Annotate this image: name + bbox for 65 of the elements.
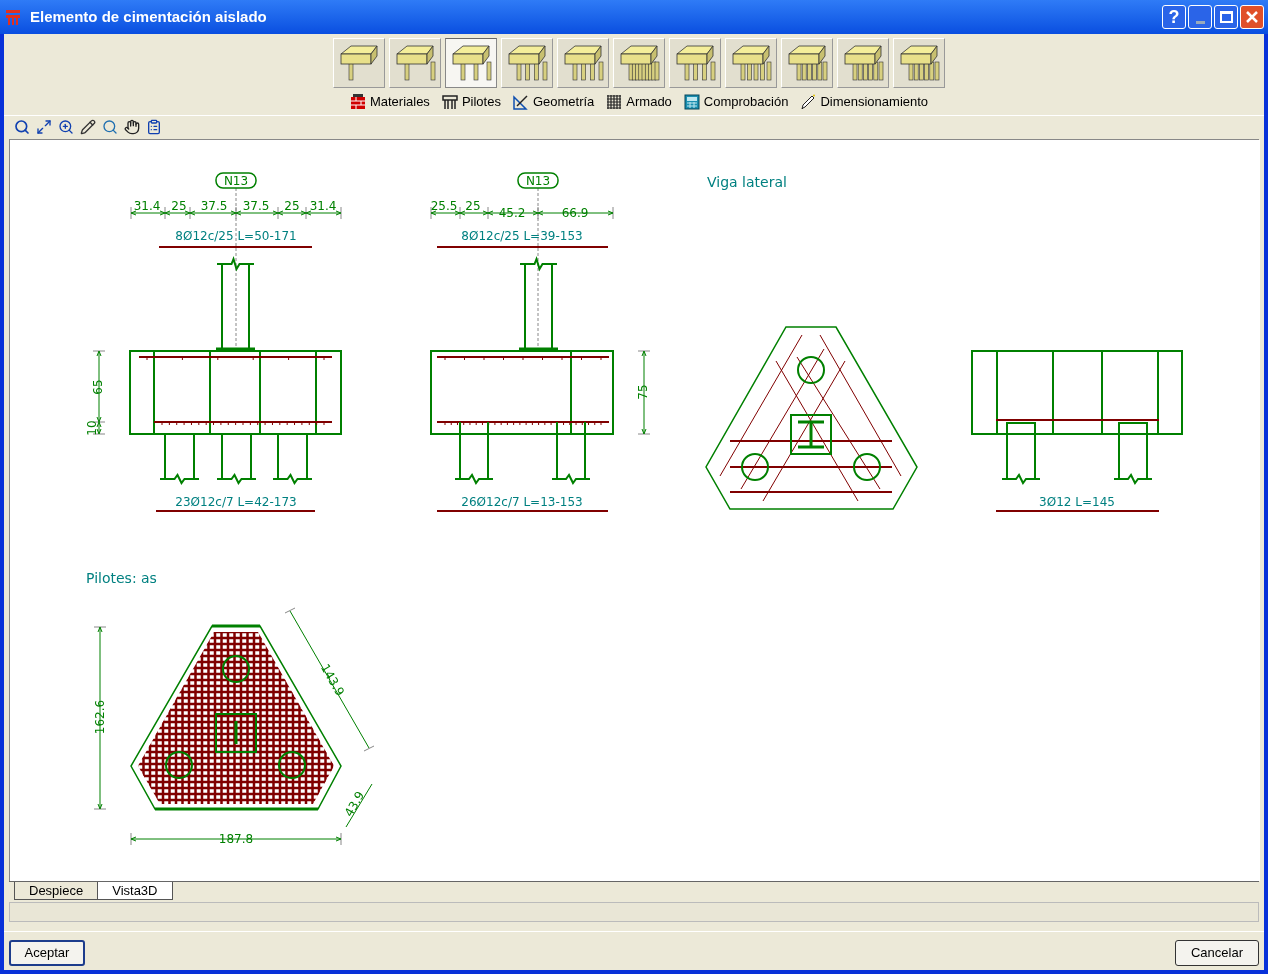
menu-item[interactable]: Armado bbox=[606, 92, 672, 112]
view-title: Pilotes: as bbox=[86, 569, 157, 586]
pile-cap-icon bbox=[673, 42, 717, 84]
pan-icon[interactable] bbox=[124, 119, 140, 135]
dimension-label: 66.9 bbox=[561, 205, 589, 220]
menu-item[interactable]: Materiales bbox=[349, 92, 430, 112]
dimension-label: 25 bbox=[284, 198, 300, 213]
dimension-label: 10 bbox=[85, 419, 99, 436]
close-button[interactable] bbox=[1240, 5, 1264, 29]
pile-cap-icon bbox=[337, 42, 381, 84]
accept-button[interactable]: Aceptar bbox=[9, 940, 85, 966]
axis-tag: N13 bbox=[215, 171, 257, 189]
axis-tag: N13 bbox=[517, 171, 559, 189]
pile-cap-icon bbox=[729, 42, 773, 84]
bar-label: 3Ø12 L=145 bbox=[1039, 494, 1115, 509]
pile-cap-icon bbox=[449, 42, 493, 84]
dimension-label: 37.5 bbox=[200, 198, 228, 213]
zoom-window-icon[interactable] bbox=[102, 119, 118, 135]
dimension-label: 25 bbox=[465, 198, 481, 213]
window-title: Elemento de cimentación aislado bbox=[30, 6, 268, 27]
cancel-button[interactable]: Cancelar bbox=[1175, 940, 1259, 966]
zoom-in-icon[interactable] bbox=[58, 119, 74, 135]
dimension-label: 162.6 bbox=[93, 699, 107, 734]
bar-label: 8Ø12c/25 L=39-153 bbox=[461, 228, 583, 243]
grid-icon bbox=[606, 93, 623, 110]
minimize-button[interactable] bbox=[1188, 5, 1212, 29]
pile-icon bbox=[441, 93, 458, 110]
dimension-label: 25 bbox=[171, 198, 187, 213]
view-title: Viga lateral bbox=[707, 173, 787, 190]
pencil-icon[interactable] bbox=[80, 119, 96, 135]
pile-cap-icon bbox=[505, 42, 549, 84]
pile-cap-icon bbox=[841, 42, 885, 84]
pile-cap-icon bbox=[393, 42, 437, 84]
dimension-label: 31.4 bbox=[309, 198, 337, 213]
menu-item[interactable]: Comprobación bbox=[683, 92, 789, 112]
pile-cap-icon bbox=[785, 42, 829, 84]
close-icon bbox=[1245, 10, 1259, 24]
menu-item[interactable]: Pilotes bbox=[441, 92, 501, 112]
dimension-label: 31.4 bbox=[133, 198, 161, 213]
bar-label: 8Ø12c/25 L=50-171 bbox=[175, 228, 297, 243]
tab[interactable]: Despiece bbox=[14, 881, 99, 900]
tab[interactable]: Vista3D bbox=[97, 881, 173, 900]
dimension-label: 45.2 bbox=[498, 205, 526, 220]
bricks-icon bbox=[349, 93, 366, 110]
bar-label: 23Ø12c/7 L=42-173 bbox=[175, 494, 297, 509]
menu-item[interactable]: Geometría bbox=[512, 92, 595, 112]
menu-item[interactable]: Dimensionamiento bbox=[800, 92, 929, 112]
pile-cap-icon bbox=[561, 42, 605, 84]
pile-cap-icon bbox=[897, 42, 941, 84]
clipboard-icon[interactable] bbox=[146, 119, 162, 135]
maximize-button[interactable] bbox=[1214, 5, 1238, 29]
dimension-label: 37.5 bbox=[242, 198, 270, 213]
calculator-icon bbox=[683, 93, 700, 110]
pencil-icon bbox=[800, 93, 817, 110]
dimension-label: 65 bbox=[91, 378, 105, 395]
help-button[interactable]: ? bbox=[1162, 5, 1186, 29]
zoom-extents-icon[interactable] bbox=[36, 119, 52, 135]
pile-type-button[interactable] bbox=[445, 38, 497, 88]
dimension-label: 75 bbox=[636, 383, 650, 400]
bar-label: 26Ø12c/7 L=13-153 bbox=[461, 494, 583, 509]
pile-cap-icon bbox=[617, 42, 661, 84]
zoom-icon[interactable] bbox=[14, 119, 30, 135]
app-icon bbox=[4, 8, 22, 26]
dimension-label: 187.8 bbox=[218, 831, 254, 846]
dimension-label: 25.5 bbox=[430, 198, 458, 213]
